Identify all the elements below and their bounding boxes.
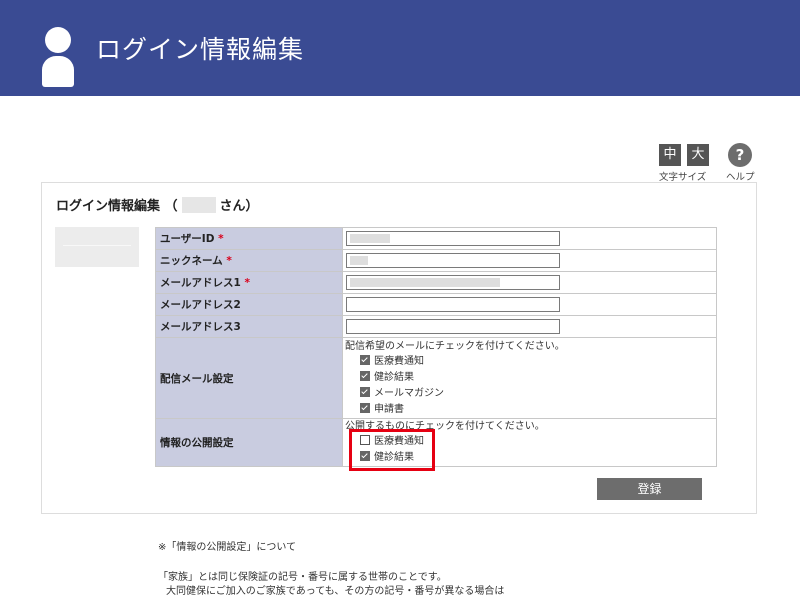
user-icon [42, 27, 74, 87]
masked-user-name [181, 197, 216, 213]
register-button[interactable]: 登録 [597, 478, 702, 500]
nickname-label: ニックネーム * [155, 249, 343, 272]
mail-settings-label: 配信メール設定 [155, 337, 343, 419]
checkbox-checked[interactable] [360, 355, 370, 365]
mail-settings-note: 配信希望のメールにチェックを付けてください。 [345, 341, 565, 352]
footnote-line1: 「家族」とは同じ保険証の記号・番号に属する世帯のことです。 [158, 572, 447, 583]
user-id-field[interactable] [346, 231, 560, 246]
nickname-field[interactable] [346, 253, 560, 268]
required-mark: * [226, 255, 232, 267]
footnote-about: ※「情報の公開設定」について [158, 542, 297, 553]
publish-options-highlight [349, 429, 435, 471]
email2-label: メールアドレス2 [155, 293, 343, 316]
avatar [55, 227, 139, 267]
panel-title-suffix: さん） [219, 199, 259, 214]
email3-label: メールアドレス3 [155, 315, 343, 338]
mail-option-checkup[interactable]: 健診結果 [345, 370, 716, 386]
font-size-large-button[interactable]: 大 [687, 144, 709, 166]
mail-option-magazine[interactable]: メールマガジン [345, 386, 716, 402]
font-size-medium-button[interactable]: 中 [659, 144, 681, 166]
help-icon[interactable]: ? [728, 143, 752, 167]
checkbox-checked[interactable] [360, 403, 370, 413]
help-label[interactable]: ヘルプ [726, 169, 755, 183]
mail-option-medical[interactable]: 医療費通知 [345, 354, 716, 370]
page-header: ログイン情報編集 [0, 0, 800, 96]
checkbox-checked[interactable] [360, 371, 370, 381]
page-title: ログイン情報編集 [96, 35, 305, 64]
required-mark: * [244, 277, 250, 289]
email2-field[interactable] [346, 297, 560, 312]
email1-label: メールアドレス1 * [155, 271, 343, 294]
required-mark: * [218, 233, 224, 245]
publish-settings-label: 情報の公開設定 [155, 418, 343, 467]
user-id-label: ユーザーID * [155, 227, 343, 250]
mail-option-application[interactable]: 申請書 [345, 402, 716, 418]
panel-title-prefix: ログイン情報編集 （ [56, 199, 178, 214]
email3-field[interactable] [346, 319, 560, 334]
email1-field[interactable] [346, 275, 560, 290]
checkbox-checked[interactable] [360, 387, 370, 397]
login-form-table: ユーザーID * ニックネーム * メールアドレス1 * メールアドレス2 メー… [155, 227, 717, 467]
font-size-label: 文字サイズ [659, 172, 707, 183]
panel-title: ログイン情報編集 （ さん） [56, 195, 259, 214]
